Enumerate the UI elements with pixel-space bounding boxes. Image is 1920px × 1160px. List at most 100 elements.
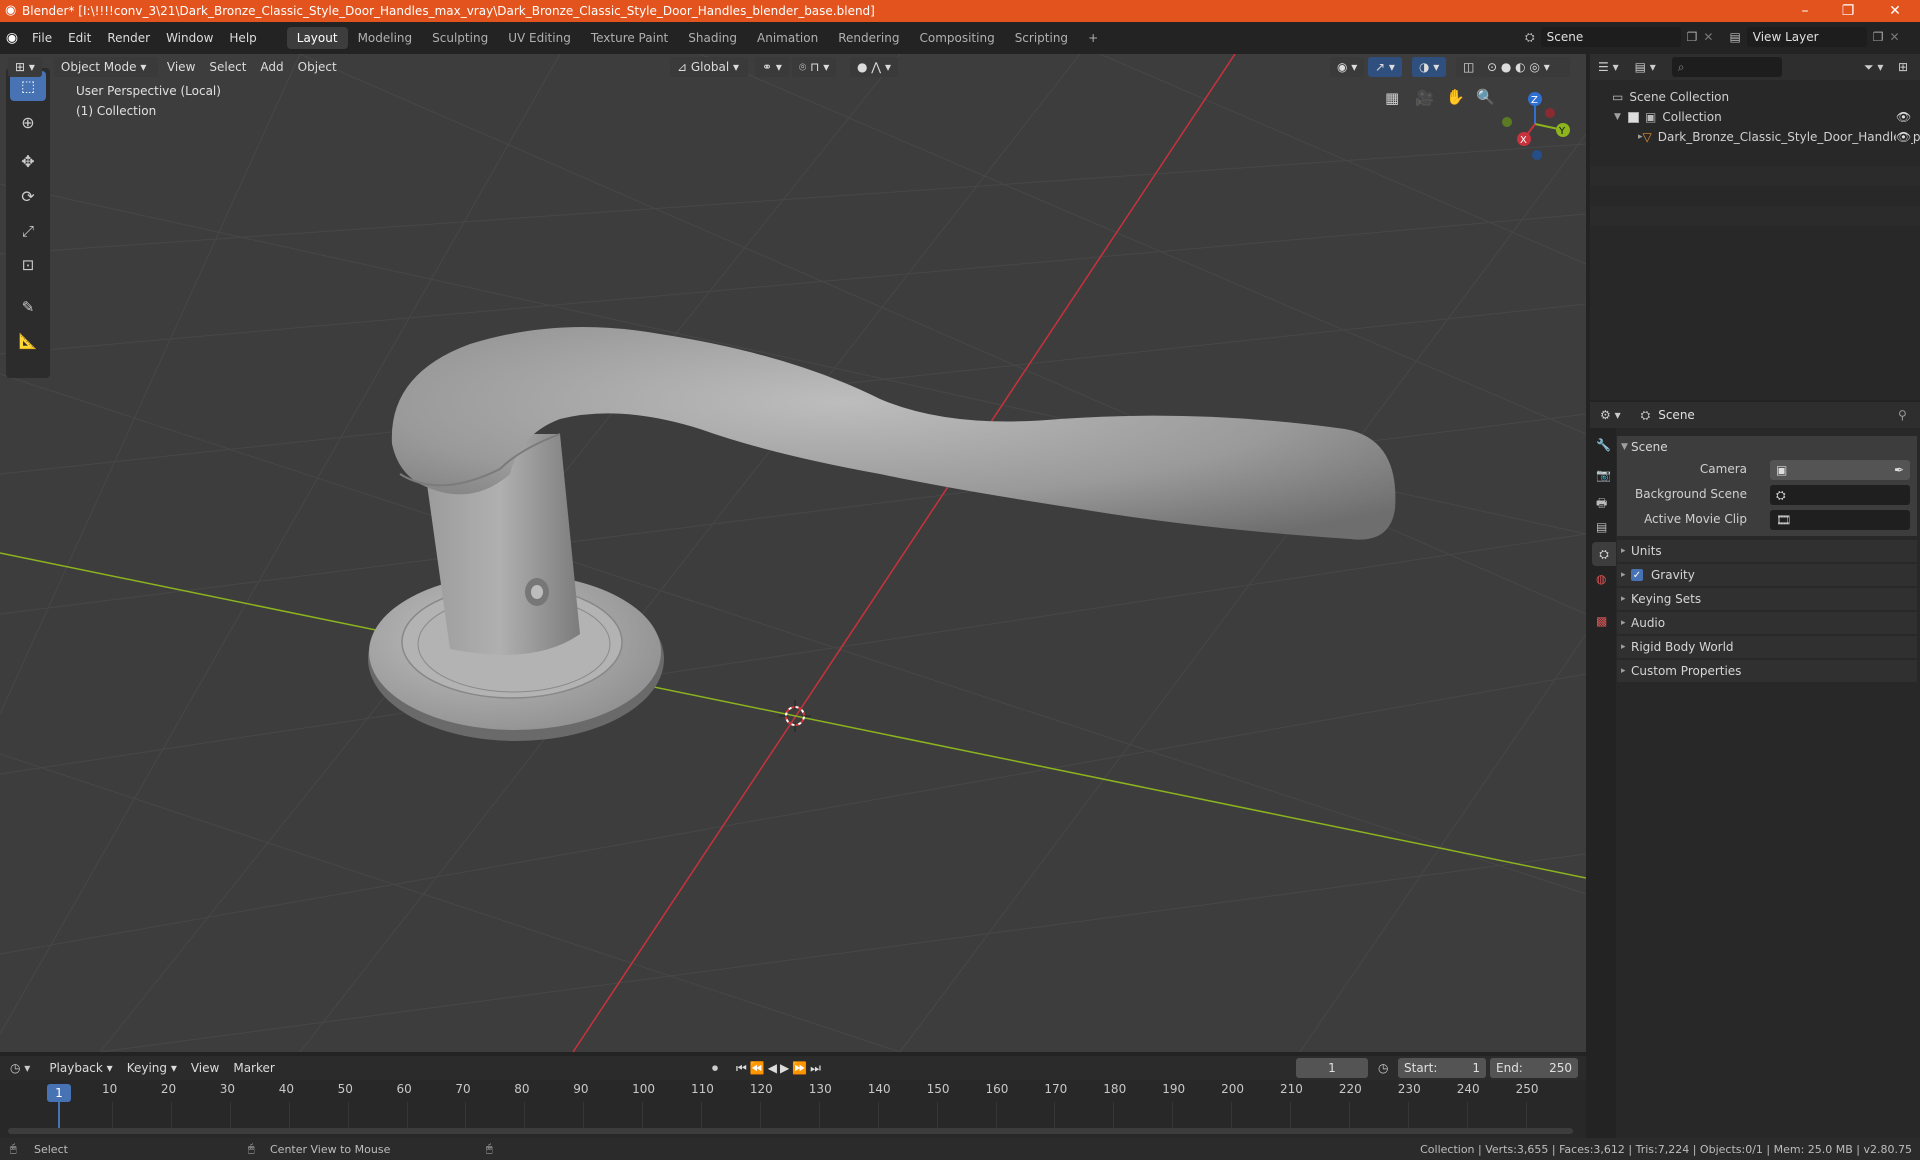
- timeline-tick-label: 20: [160, 1082, 177, 1096]
- 3d-viewport[interactable]: Z Y X User Perspective (Local) (1) Colle…: [0, 54, 1586, 1052]
- xray-icon[interactable]: ◫: [1456, 57, 1482, 77]
- pan-hand-icon[interactable]: ✋: [1446, 88, 1465, 106]
- move-tool[interactable]: ✥: [10, 146, 46, 176]
- tab-compositing[interactable]: Compositing: [909, 27, 1004, 49]
- transform-tool[interactable]: ⊡: [10, 250, 46, 280]
- units-panel-header[interactable]: ▸ Units: [1617, 540, 1917, 562]
- view-layer-field[interactable]: View Layer: [1746, 27, 1867, 47]
- tool-tab-icon[interactable]: 🔧: [1596, 438, 1611, 452]
- new-collection-icon[interactable]: ⊞: [1898, 60, 1908, 74]
- mode-dropdown[interactable]: Object Mode ▾: [53, 57, 158, 77]
- collection-visibility-icon[interactable]: 👁: [1896, 110, 1911, 124]
- scene-field[interactable]: Scene: [1540, 27, 1681, 47]
- tab-sculpting[interactable]: Sculpting: [422, 27, 498, 49]
- render-tab-icon[interactable]: 📷: [1596, 468, 1611, 482]
- menu-edit[interactable]: Edit: [60, 27, 99, 49]
- menu-object[interactable]: Object: [291, 60, 344, 74]
- navigation-gizmo[interactable]: Z Y X: [1502, 92, 1570, 160]
- pin-icon[interactable]: ⚲: [1898, 408, 1907, 422]
- new-scene-icon[interactable]: ❐: [1687, 30, 1698, 44]
- delete-scene-icon[interactable]: ✕: [1703, 30, 1713, 44]
- timeline-gridline: [877, 1102, 879, 1128]
- tab-animation[interactable]: Animation: [747, 27, 828, 49]
- menu-file[interactable]: File: [24, 27, 60, 49]
- scene-tab-icon[interactable]: ⛭: [1592, 542, 1616, 566]
- outliner-object[interactable]: ▸ ▽ Dark_Bronze_Classic_Style_Door_Handl…: [1590, 127, 1920, 147]
- visibility-icon[interactable]: ◉ ▾: [1330, 57, 1365, 77]
- timeline-gridline: [995, 1102, 997, 1128]
- active-movie-clip-label: Active Movie Clip: [1644, 512, 1747, 526]
- overlay-toggle-icon[interactable]: ◑ ▾: [1412, 57, 1447, 77]
- camera-view-icon[interactable]: 🎥: [1415, 89, 1434, 107]
- texture-tab-icon[interactable]: ▩: [1596, 614, 1607, 628]
- delete-view-layer-icon[interactable]: ✕: [1890, 30, 1900, 44]
- menu-window[interactable]: Window: [158, 27, 221, 49]
- outliner-scene-collection[interactable]: ▭ Scene Collection: [1590, 87, 1920, 107]
- scale-tool[interactable]: ⤢: [10, 216, 46, 246]
- gizmo-toggle-icon[interactable]: ↗ ▾: [1368, 57, 1402, 77]
- collection-checkbox[interactable]: [1628, 111, 1639, 123]
- timeline-scrollbar[interactable]: [8, 1128, 1573, 1134]
- tab-layout[interactable]: Layout: [286, 27, 348, 49]
- gravity-checkbox[interactable]: ✓: [1631, 569, 1643, 581]
- menu-add[interactable]: Add: [253, 60, 290, 74]
- viewport-canvas[interactable]: Z Y X: [0, 54, 1586, 1052]
- active-movie-clip-field[interactable]: 🎞: [1770, 510, 1910, 530]
- add-workspace-icon[interactable]: +: [1078, 27, 1108, 49]
- world-tab-icon[interactable]: ◍: [1596, 572, 1606, 586]
- tab-uv-editing[interactable]: UV Editing: [498, 27, 581, 49]
- toggle-grid-icon[interactable]: ▦: [1385, 89, 1399, 107]
- view-layer-tab-icon[interactable]: ▤: [1596, 520, 1607, 534]
- rigid-body-world-panel-header[interactable]: ▸ Rigid Body World: [1617, 636, 1917, 658]
- editor-type-button[interactable]: ⊞ ▾: [8, 57, 42, 77]
- new-view-layer-icon[interactable]: ❐: [1873, 30, 1884, 44]
- gravity-panel-header[interactable]: ▸ ✓ Gravity: [1617, 564, 1917, 586]
- filter-icon[interactable]: ⏷ ▾: [1864, 60, 1883, 75]
- rotate-tool[interactable]: ⟳: [10, 181, 46, 211]
- pivot-icon[interactable]: ⚭ ▾: [755, 57, 789, 77]
- playhead-frame[interactable]: 1: [47, 1084, 71, 1102]
- shading-modes-icon[interactable]: ⊙ ● ◐ ◎ ▾: [1480, 57, 1570, 77]
- keying-sets-panel-header[interactable]: ▸ Keying Sets: [1617, 588, 1917, 610]
- tab-shading[interactable]: Shading: [678, 27, 747, 49]
- properties-editor-type-icon[interactable]: ⚙ ▾: [1600, 408, 1621, 422]
- measure-tool[interactable]: 📐: [10, 326, 46, 356]
- outliner-collection[interactable]: ▼ ▣ Collection 👁: [1590, 107, 1920, 127]
- outliner-editor-type-icon[interactable]: ☰ ▾: [1598, 60, 1619, 74]
- tab-modeling[interactable]: Modeling: [348, 27, 423, 49]
- menu-select[interactable]: Select: [202, 60, 253, 74]
- outliner-search-input[interactable]: ⌕: [1671, 57, 1782, 77]
- camera-field[interactable]: ▣ ✒: [1770, 460, 1910, 480]
- annotate-tool[interactable]: ✎: [10, 292, 46, 322]
- maximize-button[interactable]: ❐: [1828, 0, 1868, 22]
- scene-icon[interactable]: ⛭: [1525, 30, 1535, 45]
- cursor-tool[interactable]: ⊕: [10, 107, 46, 137]
- background-scene-field[interactable]: ⛭: [1770, 485, 1910, 505]
- timeline-ruler[interactable]: 10 20 30 40 50 60 70 80 90 100 110 120 130 140 150 160 1…: [0, 1056, 1586, 1138]
- tab-scripting[interactable]: Scripting: [1005, 27, 1078, 49]
- blender-menu-icon[interactable]: ◉: [0, 30, 24, 46]
- zoom-icon[interactable]: 🔍: [1476, 88, 1495, 106]
- door-handle-model[interactable]: [368, 326, 1396, 741]
- close-button[interactable]: ✕: [1875, 0, 1915, 22]
- menu-help[interactable]: Help: [221, 27, 264, 49]
- scene-panel-header[interactable]: ▼ Scene: [1617, 436, 1917, 458]
- tab-rendering[interactable]: Rendering: [828, 27, 909, 49]
- view-layer-icon[interactable]: ▤: [1729, 30, 1740, 44]
- snap-icon[interactable]: ⌾ ⊓ ▾: [792, 57, 837, 77]
- audio-panel-header[interactable]: ▸ Audio: [1617, 612, 1917, 634]
- eyedropper-icon[interactable]: ✒: [1894, 463, 1904, 477]
- custom-properties-panel-header[interactable]: ▸ Custom Properties: [1617, 660, 1917, 682]
- output-tab-icon[interactable]: 🖶: [1596, 494, 1607, 515]
- proportional-edit-icon[interactable]: ● ⋀ ▾: [850, 57, 898, 77]
- transform-icon: ⊡: [21, 256, 35, 274]
- object-visibility-icon[interactable]: 👁: [1896, 130, 1912, 144]
- menu-render[interactable]: Render: [99, 27, 158, 49]
- tab-texture-paint[interactable]: Texture Paint: [581, 27, 678, 49]
- display-mode-icon[interactable]: ▤ ▾: [1635, 60, 1656, 74]
- expand-collection-icon[interactable]: ▼: [1614, 112, 1628, 122]
- menu-view[interactable]: View: [160, 60, 202, 74]
- orientation-dropdown[interactable]: ⊿ Global ▾: [670, 57, 748, 77]
- annotate-icon: ✎: [21, 298, 35, 316]
- minimize-button[interactable]: –: [1785, 0, 1825, 22]
